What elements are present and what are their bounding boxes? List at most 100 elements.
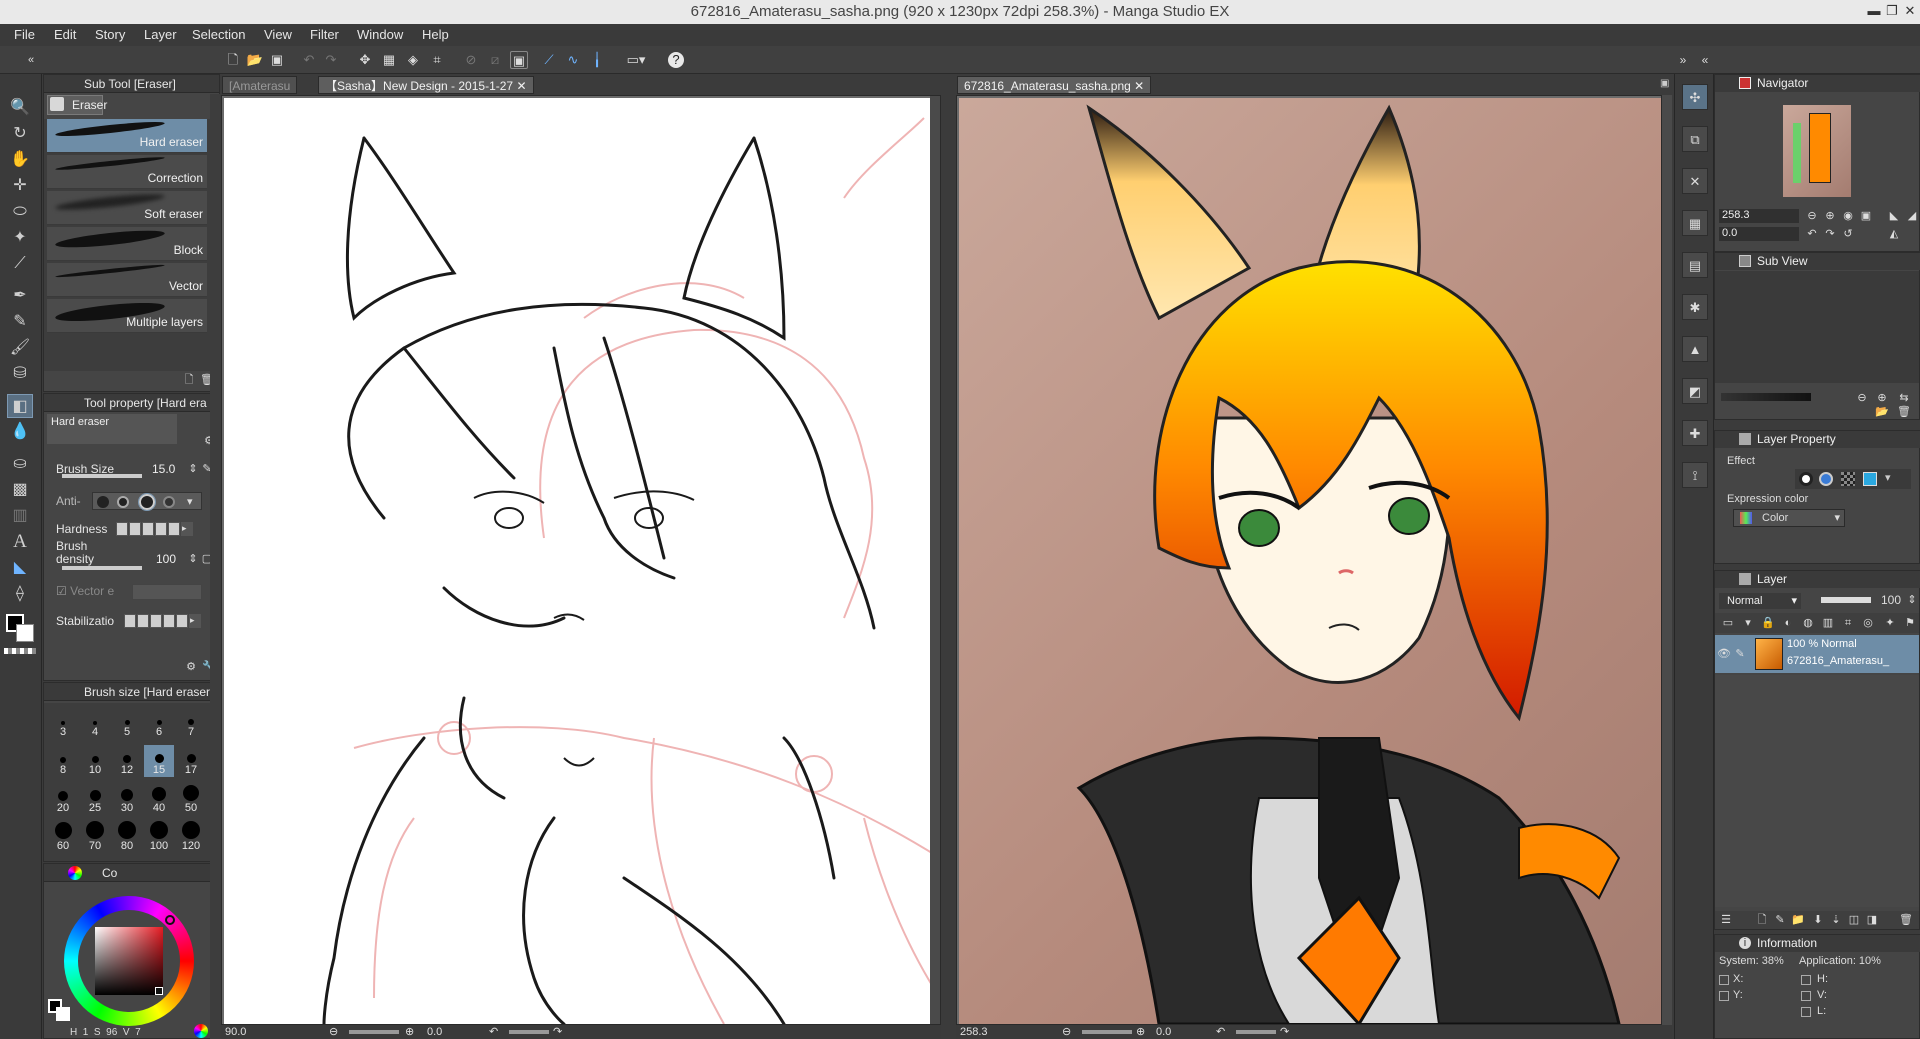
minimize-icon[interactable]: ▬: [1866, 4, 1882, 18]
layer-palette-icon[interactable]: ◎: [1861, 616, 1875, 630]
help-icon[interactable]: ?: [668, 52, 684, 68]
figure-tool-icon[interactable]: ▥: [7, 504, 33, 528]
brush-size-option[interactable]: 5: [112, 707, 142, 739]
left-zoom-out-icon[interactable]: ⊖: [329, 1025, 338, 1039]
show-selection-icon[interactable]: ▣: [510, 51, 528, 69]
sub-view-zoom-out-icon[interactable]: ⊖: [1855, 391, 1869, 405]
collapse-left-icon[interactable]: «: [22, 51, 40, 69]
left-rotate-right-icon[interactable]: ↷: [553, 1025, 562, 1039]
opacity-slider[interactable]: [1821, 597, 1871, 603]
nav-zoom-in-icon[interactable]: ⊕: [1823, 209, 1837, 223]
right-zoom-in-icon[interactable]: ⊕: [1136, 1025, 1145, 1039]
text-tool-icon[interactable]: A: [7, 530, 33, 554]
crop-icon[interactable]: ⌗: [428, 51, 446, 69]
close-icon[interactable]: ✕: [1902, 4, 1918, 18]
brush-size-stepper-icon[interactable]: ⇕: [186, 462, 200, 476]
sv-marker[interactable]: [155, 987, 163, 995]
artwork-canvas[interactable]: [959, 98, 1661, 1024]
aa-medium-icon[interactable]: [138, 493, 156, 511]
undo-icon[interactable]: ↶: [300, 51, 318, 69]
brush-size-option[interactable]: 50: [176, 783, 206, 815]
sub-view-area[interactable]: [1715, 271, 1919, 383]
color-wheel-tab-icon[interactable]: [68, 866, 82, 880]
brush-size-option[interactable]: 4: [80, 707, 110, 739]
left-angle-value[interactable]: 0.0: [427, 1025, 442, 1039]
effect-tone-icon[interactable]: [1819, 472, 1833, 486]
tab-amaterasu[interactable]: [Amaterasu: [222, 76, 298, 94]
color-panel-sub-swatch[interactable]: [56, 1007, 70, 1021]
density-stepper-icon[interactable]: ⇕: [186, 552, 200, 566]
layer-draft-icon[interactable]: ◍: [1801, 616, 1815, 630]
nav-actual-size-icon[interactable]: ◉: [1841, 209, 1855, 223]
brush-multiple-layers[interactable]: Multiple layers: [47, 299, 207, 333]
redo-icon[interactable]: ↷: [322, 51, 340, 69]
fill-tool-icon[interactable]: ⛀: [7, 452, 33, 476]
layer-property-tab-icon[interactable]: [1739, 433, 1751, 445]
nav-reset-rotate-icon[interactable]: ↺: [1841, 227, 1855, 241]
new-folder-icon[interactable]: 📁: [1791, 913, 1805, 927]
menu-filter[interactable]: Filter: [310, 27, 339, 42]
strip-navigator-icon[interactable]: ✣: [1682, 84, 1708, 110]
strip-material-icon[interactable]: ✕: [1682, 168, 1708, 194]
aa-strong-icon[interactable]: [163, 496, 175, 508]
right-zoom-out-icon[interactable]: ⊖: [1062, 1025, 1071, 1039]
aa-dropdown-icon[interactable]: ▾: [187, 495, 193, 508]
brush-size-option[interactable]: 10: [80, 745, 110, 777]
brush-size-option[interactable]: 40: [144, 783, 174, 815]
grid-snap-icon[interactable]: ╽: [588, 51, 606, 69]
correct-line-icon[interactable]: ⟠: [7, 582, 33, 606]
menu-view[interactable]: View: [264, 27, 292, 42]
aa-none-icon[interactable]: [97, 496, 109, 508]
brush-size-option[interactable]: 15: [144, 745, 174, 777]
strip-tone-icon[interactable]: ▦: [1682, 210, 1708, 236]
brush-size-option[interactable]: 100: [144, 821, 174, 853]
effect-dropdown-icon[interactable]: ▾: [1885, 471, 1891, 484]
nav-flip-v-icon[interactable]: ◢: [1905, 209, 1919, 223]
layer-alpha-icon[interactable]: ◐: [1781, 616, 1795, 630]
brush-size-option[interactable]: 8: [48, 745, 78, 777]
left-canvas-vscroll[interactable]: [930, 96, 940, 1024]
menu-layer[interactable]: Layer: [144, 27, 177, 42]
layer-settings-icon[interactable]: ☰: [1719, 913, 1733, 927]
tool-reset-icon[interactable]: ⚙: [184, 660, 198, 674]
nav-rotate-right-icon[interactable]: ↷: [1823, 227, 1837, 241]
brush-soft-eraser[interactable]: Soft eraser: [47, 191, 207, 225]
tab-amaterasu-sasha[interactable]: 672816_Amaterasu_sasha.png ✕: [957, 76, 1151, 94]
left-zoom-slider[interactable]: [349, 1030, 399, 1034]
clear-icon[interactable]: ⊘: [462, 51, 480, 69]
sub-view-import-icon[interactable]: 📂: [1875, 405, 1889, 419]
expression-color-select[interactable]: Color ▾: [1733, 509, 1845, 527]
color-mode-icon[interactable]: [194, 1024, 208, 1038]
saturation-value-square[interactable]: [95, 927, 163, 995]
tab-sasha-design[interactable]: 【Sasha】New Design - 2015-1-27 ✕: [318, 76, 534, 94]
layer-row[interactable]: 👁 ✎ 100 % Normal 672816_Amaterasu_: [1715, 635, 1919, 673]
brush-size-option[interactable]: 20: [48, 783, 78, 815]
brush-size-option[interactable]: 80: [112, 821, 142, 853]
density-slider[interactable]: [62, 566, 142, 570]
layer-mask-icon[interactable]: ▥: [1821, 616, 1835, 630]
sub-view-delete-icon[interactable]: 🗑: [1897, 405, 1911, 419]
right-zoom-value[interactable]: 258.3: [960, 1025, 988, 1039]
sub-view-zoom-in-icon[interactable]: ⊕: [1875, 391, 1889, 405]
nav-mirror-icon[interactable]: ◭: [1887, 227, 1901, 241]
collapse-right-icon[interactable]: «: [1696, 51, 1714, 69]
brush-size-option[interactable]: 70: [80, 821, 110, 853]
pen-tool-icon[interactable]: ✒: [7, 284, 33, 308]
brush-size-value[interactable]: 15.0: [152, 462, 175, 476]
gradient-tool-icon[interactable]: ▩: [7, 478, 33, 502]
pencil-tool-icon[interactable]: ✎: [7, 310, 33, 334]
expand-right-icon[interactable]: »: [1674, 51, 1692, 69]
eraser-tool-icon[interactable]: ◧: [7, 394, 33, 418]
brush-size-slider[interactable]: [62, 474, 142, 478]
menu-file[interactable]: File: [14, 27, 35, 42]
sub-color-swatch[interactable]: [16, 624, 34, 642]
sub-view-tab-icon[interactable]: [1739, 255, 1751, 267]
auto-select-icon[interactable]: ✦: [7, 226, 33, 250]
layer-ruler-icon[interactable]: ⌗: [1841, 616, 1855, 630]
add-subtool-icon[interactable]: 🗋: [182, 373, 196, 387]
transparent-color-swatch[interactable]: [4, 648, 36, 654]
ruler-snap-icon[interactable]: ⟋: [540, 51, 558, 69]
transform-icon[interactable]: ✥: [356, 51, 374, 69]
brush-tool-icon[interactable]: 🖌: [7, 336, 33, 360]
apply-mask-icon[interactable]: ◨: [1865, 913, 1879, 927]
